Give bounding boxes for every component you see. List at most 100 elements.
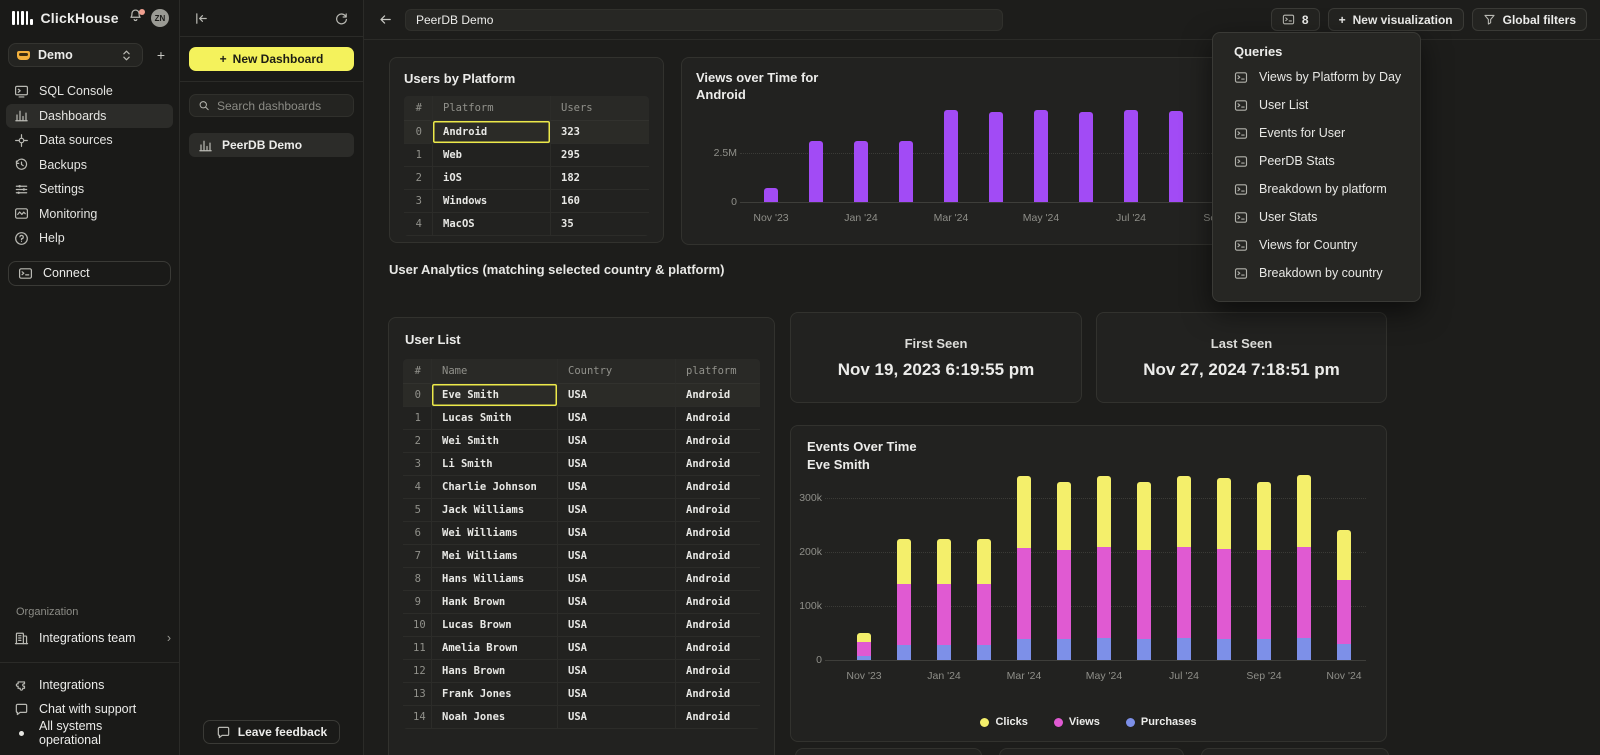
sidebar-item-integrations[interactable]: Integrations <box>0 673 179 697</box>
sidebar-item-settings[interactable]: Settings <box>6 177 173 202</box>
global-filters-button[interactable]: Global filters <box>1472 8 1587 31</box>
table-cell[interactable]: Android <box>675 522 760 545</box>
chart-bar[interactable] <box>937 539 951 660</box>
avatar[interactable]: ZN <box>151 9 169 27</box>
back-button[interactable] <box>378 12 393 27</box>
chart-bar[interactable] <box>854 141 868 202</box>
table-cell[interactable]: Android <box>675 637 760 660</box>
table-cell[interactable]: 323 <box>550 121 649 144</box>
query-item-breakdown-by-country[interactable]: Breakdown by country <box>1213 259 1420 287</box>
table-cell[interactable]: USA <box>557 683 675 706</box>
table-cell[interactable]: USA <box>557 568 675 591</box>
table-cell[interactable]: Web <box>432 144 550 167</box>
table-cell[interactable]: Frank Jones <box>431 683 557 706</box>
table-cell[interactable]: Android <box>675 683 760 706</box>
collapse-panel-icon[interactable] <box>194 11 209 26</box>
table-cell[interactable]: Android <box>432 121 550 144</box>
sidebar-item-sql-console[interactable]: SQL Console <box>6 79 173 104</box>
chart-bar[interactable] <box>977 539 991 660</box>
table-cell[interactable]: USA <box>557 637 675 660</box>
table-cell[interactable]: USA <box>557 522 675 545</box>
table-cell[interactable]: Android <box>675 660 760 683</box>
search-input[interactable] <box>217 99 345 113</box>
table-cell[interactable]: Android <box>675 591 760 614</box>
table-cell[interactable]: USA <box>557 706 675 729</box>
table-cell[interactable]: USA <box>557 614 675 637</box>
chart-bar[interactable] <box>899 141 913 202</box>
table-cell[interactable]: Eve Smith <box>431 384 557 407</box>
table-cell[interactable]: Noah Jones <box>431 706 557 729</box>
chart-bar[interactable] <box>1124 110 1138 202</box>
table-cell[interactable]: Li Smith <box>431 453 557 476</box>
table-cell[interactable]: 182 <box>550 167 649 190</box>
legend-item[interactable]: Purchases <box>1126 716 1197 728</box>
table-cell[interactable]: Android <box>675 706 760 729</box>
dashboard-title-input[interactable] <box>405 9 1003 31</box>
dashboard-list-item-peerdb-demo[interactable]: PeerDB Demo <box>189 133 354 157</box>
table-cell[interactable]: Wei Williams <box>431 522 557 545</box>
chart-bar[interactable] <box>764 188 778 202</box>
chart-bar[interactable] <box>1057 482 1071 660</box>
dashboard-search[interactable] <box>189 94 354 117</box>
chart-bar[interactable] <box>1177 476 1191 660</box>
table-cell[interactable]: 35 <box>550 213 649 236</box>
table-cell[interactable]: Android <box>675 476 760 499</box>
table-cell[interactable]: 160 <box>550 190 649 213</box>
table-cell[interactable]: Hank Brown <box>431 591 557 614</box>
connect-button[interactable]: Connect <box>8 261 171 286</box>
add-workspace-button[interactable]: + <box>151 47 171 63</box>
table-cell[interactable]: Jack Williams <box>431 499 557 522</box>
chart-bar[interactable] <box>1217 478 1231 661</box>
chart-bar[interactable] <box>1337 530 1351 660</box>
sidebar-item-chat-support[interactable]: Chat with support <box>0 697 179 721</box>
table-cell[interactable]: Android <box>675 384 760 407</box>
refresh-icon[interactable] <box>334 11 349 26</box>
chart-bar[interactable] <box>897 539 911 660</box>
table-cell[interactable]: Charlie Johnson <box>431 476 557 499</box>
sidebar-item-system-status[interactable]: All systems operational <box>0 721 179 745</box>
query-item-peerdb-stats[interactable]: PeerDB Stats <box>1213 147 1420 175</box>
query-item-events-for-user[interactable]: Events for User <box>1213 119 1420 147</box>
table-cell[interactable]: Android <box>675 499 760 522</box>
table-cell[interactable]: Windows <box>432 190 550 213</box>
chart-bar[interactable] <box>1097 476 1111 660</box>
new-dashboard-button[interactable]: + New Dashboard <box>189 47 354 71</box>
table-cell[interactable]: Android <box>675 453 760 476</box>
table-cell[interactable]: USA <box>557 407 675 430</box>
table-cell[interactable]: Hans Williams <box>431 568 557 591</box>
new-visualization-button[interactable]: + New visualization <box>1328 8 1464 31</box>
chart-bar[interactable] <box>809 141 823 202</box>
query-item-views-for-country[interactable]: Views for Country <box>1213 231 1420 259</box>
sidebar-item-integrations-team[interactable]: Integrations team › <box>0 626 179 650</box>
queries-button[interactable]: 8 <box>1271 8 1320 31</box>
table-cell[interactable]: Lucas Smith <box>431 407 557 430</box>
table-cell[interactable]: Android <box>675 614 760 637</box>
query-item-views-by-platform-by-day[interactable]: Views by Platform by Day <box>1213 63 1420 91</box>
sidebar-item-backups[interactable]: Backups <box>6 153 173 178</box>
legend-item[interactable]: Views <box>1054 716 1100 728</box>
table-cell[interactable]: Lucas Brown <box>431 614 557 637</box>
chart-bar[interactable] <box>1079 112 1093 202</box>
table-cell[interactable]: USA <box>557 453 675 476</box>
sidebar-item-help[interactable]: Help <box>6 226 173 251</box>
query-item-breakdown-by-platform[interactable]: Breakdown by platform <box>1213 175 1420 203</box>
chart-bar[interactable] <box>989 112 1003 202</box>
sidebar-item-dashboards[interactable]: Dashboards <box>6 104 173 129</box>
table-cell[interactable]: USA <box>557 384 675 407</box>
query-item-user-list[interactable]: User List <box>1213 91 1420 119</box>
table-cell[interactable]: Android <box>675 430 760 453</box>
chart-bar[interactable] <box>1257 482 1271 660</box>
chart-bar[interactable] <box>1137 482 1151 660</box>
chart-bar[interactable] <box>857 633 871 660</box>
sidebar-item-data-sources[interactable]: Data sources <box>6 128 173 153</box>
table-cell[interactable]: iOS <box>432 167 550 190</box>
query-item-user-stats[interactable]: User Stats <box>1213 203 1420 231</box>
table-cell[interactable]: MacOS <box>432 213 550 236</box>
chart-bar[interactable] <box>944 110 958 202</box>
table-cell[interactable]: USA <box>557 430 675 453</box>
table-cell[interactable]: USA <box>557 591 675 614</box>
chart-bar[interactable] <box>1034 110 1048 202</box>
workspace-selector[interactable]: Demo <box>8 43 143 67</box>
notifications-bell-icon[interactable] <box>128 11 143 26</box>
table-cell[interactable]: Wei Smith <box>431 430 557 453</box>
